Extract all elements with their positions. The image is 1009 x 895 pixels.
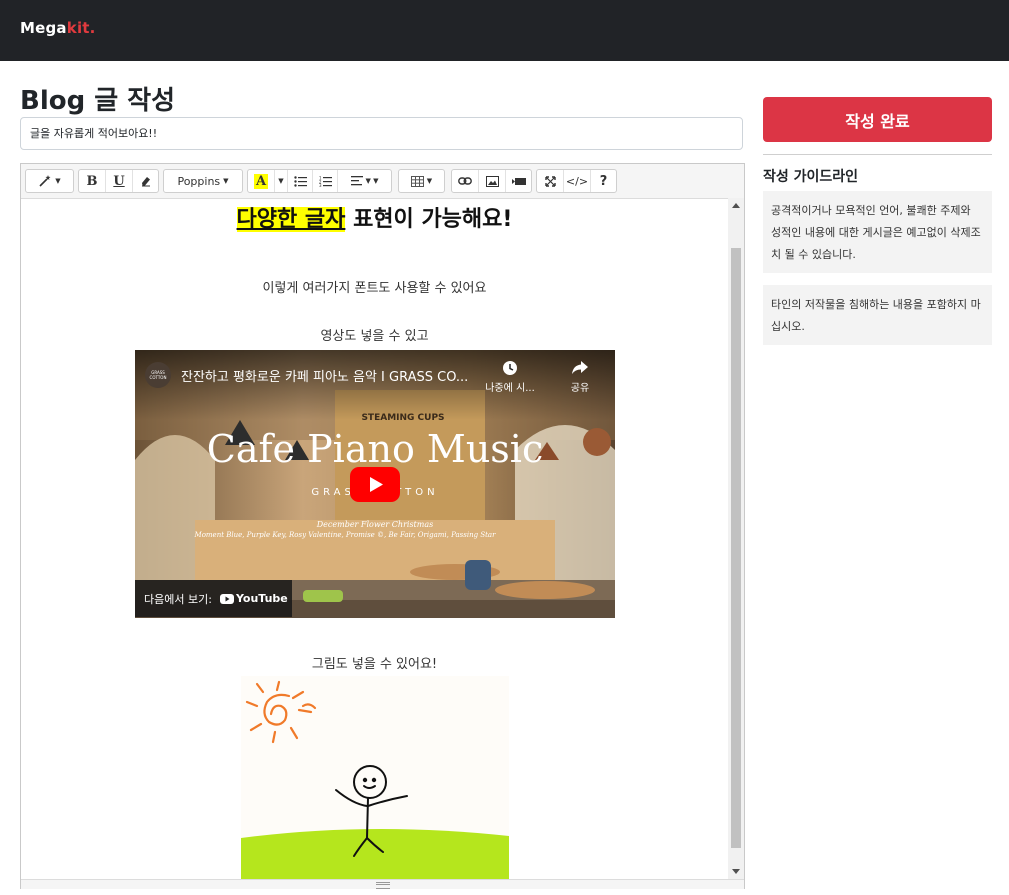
shelf-sign-text: STEAMING CUPS bbox=[361, 413, 444, 423]
help-button[interactable]: ? bbox=[591, 170, 616, 192]
video-icon bbox=[511, 177, 526, 185]
sun-icon bbox=[245, 680, 317, 744]
eraser-button[interactable] bbox=[133, 170, 158, 192]
style-dropdown[interactable]: ▼ bbox=[26, 170, 73, 192]
chevron-down-icon: ▼ ▼ bbox=[365, 177, 379, 185]
youtube-wordmark: YouTube bbox=[235, 592, 288, 605]
font-name-label: Poppins bbox=[177, 174, 221, 188]
watch-on-label: 다음에서 보기: bbox=[144, 592, 212, 606]
picture-icon bbox=[485, 175, 499, 187]
heading-rest: 표현이 가능해요! bbox=[345, 207, 513, 232]
chevron-down-icon: ▼ bbox=[426, 177, 433, 185]
video-tracklist-1: December Flower Christmas bbox=[316, 520, 433, 529]
video-tracklist-2: Moment Blue, Purple Key, Rosy Valentine,… bbox=[194, 531, 497, 539]
code-view-button[interactable]: </> bbox=[564, 170, 591, 192]
youtube-logo-icon bbox=[219, 593, 234, 604]
font-color-button[interactable]: A bbox=[248, 170, 275, 192]
watch-later-button[interactable]: 나중에 시... bbox=[485, 360, 535, 394]
font-color-dropdown[interactable]: ▼ bbox=[275, 170, 288, 192]
channel-badge-text: GRASS COTTON bbox=[149, 370, 167, 380]
table-group: ▼ bbox=[398, 169, 445, 193]
watch-later-label: 나중에 시... bbox=[485, 383, 535, 394]
editor-content[interactable]: 다양한 글자 표현이 가능해요! 이렇게 여러가지 폰트도 사용할 수 있어요 … bbox=[21, 198, 728, 879]
channel-avatar[interactable]: GRASS COTTON bbox=[145, 362, 171, 388]
color-list-group: A ▼ 123 ▼ ▼ bbox=[247, 169, 392, 193]
fullscreen-button[interactable] bbox=[537, 170, 564, 192]
help-icon: ? bbox=[599, 173, 608, 189]
share-button[interactable]: 공유 bbox=[565, 360, 595, 394]
video-title[interactable]: 잔잔하고 평화로운 카페 피아노 음악 I GRASS CO... bbox=[181, 366, 468, 385]
font-name-group: Poppins ▼ bbox=[163, 169, 243, 193]
magic-icon bbox=[39, 175, 51, 187]
resize-grip-icon[interactable] bbox=[376, 882, 390, 889]
chevron-down-icon: ▼ bbox=[55, 177, 61, 185]
scroll-up-icon[interactable] bbox=[732, 203, 740, 208]
svg-text:3: 3 bbox=[319, 183, 322, 187]
editor-scrollbar[interactable] bbox=[728, 198, 744, 879]
bold-button[interactable]: B bbox=[79, 170, 106, 192]
share-label: 공유 bbox=[570, 383, 590, 394]
share-icon bbox=[572, 361, 588, 374]
top-navbar: Megakit. bbox=[0, 0, 1009, 61]
highlighted-text: 다양한 글자 bbox=[236, 207, 346, 232]
align-dropdown[interactable]: ▼ ▼ bbox=[338, 170, 391, 192]
guideline-item: 공격적이거나 모욕적인 언어, 불쾌한 주제와 성적인 내용에 대한 게시글은 … bbox=[763, 191, 992, 273]
watch-on-youtube-button[interactable]: 다음에서 보기: YouTube bbox=[135, 580, 292, 617]
content-paragraph-video: 영상도 넣을 수 있고 bbox=[320, 329, 429, 344]
insert-group bbox=[451, 169, 532, 193]
unordered-list-button[interactable] bbox=[288, 170, 313, 192]
brand-logo[interactable]: Megakit. bbox=[20, 19, 96, 37]
link-icon bbox=[458, 177, 472, 185]
code-view-icon: </> bbox=[565, 174, 589, 188]
chevron-down-icon: ▼ bbox=[278, 177, 284, 185]
guideline-item: 타인의 저작물을 침해하는 내용을 포함하지 마십시오. bbox=[763, 285, 992, 345]
fullscreen-icon bbox=[544, 175, 556, 187]
font-color-icon: A bbox=[253, 173, 269, 189]
stick-figure-drawing bbox=[241, 680, 509, 879]
misc-group: </> ? bbox=[536, 169, 617, 193]
eraser-icon bbox=[141, 177, 150, 187]
content-paragraph-fonts: 이렇게 여러가지 폰트도 사용할 수 있어요 bbox=[262, 281, 487, 296]
post-title-input[interactable]: 글을 자유롭게 적어보아요!! bbox=[20, 117, 743, 150]
font-style-group: B U bbox=[78, 169, 159, 193]
table-icon bbox=[410, 175, 424, 187]
submit-button[interactable]: 작성 완료 bbox=[763, 97, 992, 142]
brand-accent: kit. bbox=[66, 19, 96, 37]
video-overlay-title: Cafe Piano Music bbox=[207, 427, 544, 471]
clock-icon bbox=[503, 361, 517, 375]
page-title: Blog 글 작성 bbox=[20, 86, 176, 116]
embedded-drawing[interactable] bbox=[241, 676, 509, 879]
unordered-list-icon bbox=[293, 175, 307, 187]
underline-button[interactable]: U bbox=[106, 170, 133, 192]
editor-resize-bar[interactable] bbox=[21, 879, 744, 889]
picture-button[interactable] bbox=[479, 170, 506, 192]
content-paragraph-picture: 그림도 넣을 수 있어요! bbox=[311, 657, 438, 672]
embedded-video[interactable]: STEAMING CUPS Cafe Piano Music GRASS COT… bbox=[135, 350, 615, 618]
ordered-list-icon: 123 bbox=[319, 176, 332, 187]
scroll-down-icon[interactable] bbox=[732, 869, 740, 874]
guideline-title: 작성 가이드라인 bbox=[763, 169, 859, 185]
font-name-dropdown[interactable]: Poppins ▼ bbox=[164, 170, 242, 192]
brand-name: Mega bbox=[20, 19, 67, 37]
ordered-list-button[interactable]: 123 bbox=[313, 170, 338, 192]
rich-text-editor: ▼ B U Poppins ▼ A ▼ 123 ▼ ▼ ▼ </> ? 다양한 … bbox=[20, 163, 745, 889]
content-heading: 다양한 글자 표현이 가능해요! bbox=[21, 201, 728, 233]
link-button[interactable] bbox=[452, 170, 479, 192]
table-dropdown[interactable]: ▼ bbox=[399, 170, 444, 192]
chevron-down-icon: ▼ bbox=[223, 177, 229, 185]
play-button[interactable] bbox=[350, 467, 400, 502]
scrollbar-thumb[interactable] bbox=[731, 248, 741, 848]
sidebar-divider bbox=[763, 154, 992, 155]
editor-toolbar: ▼ B U Poppins ▼ A ▼ 123 ▼ ▼ ▼ </> ? bbox=[21, 164, 744, 199]
align-icon bbox=[350, 176, 363, 186]
video-button[interactable] bbox=[506, 170, 531, 192]
style-group: ▼ bbox=[25, 169, 74, 193]
play-icon bbox=[370, 477, 383, 492]
